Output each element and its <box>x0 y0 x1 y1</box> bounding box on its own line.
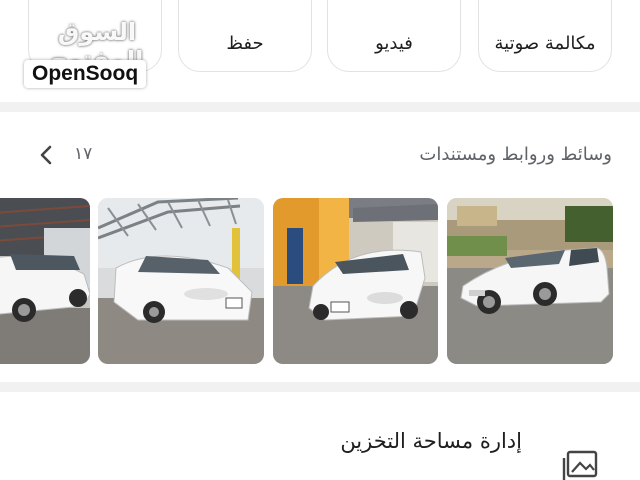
media-thumbnails <box>0 198 640 364</box>
car-photo <box>447 198 613 364</box>
opensooq-logo: OpenSooq <box>24 60 147 88</box>
media-section-title: وسائط وروابط ومستندات <box>419 144 612 165</box>
save-label: حفظ <box>226 33 264 54</box>
media-thumbnail[interactable] <box>273 198 438 364</box>
car-photo <box>273 198 438 364</box>
chevron-left-icon[interactable] <box>36 142 58 168</box>
car-photo <box>0 198 90 364</box>
manage-storage-title: إدارة مساحة التخزين <box>340 429 522 453</box>
media-thumbnail[interactable] <box>98 198 264 364</box>
voice-call-button[interactable]: مكالمة صوتية <box>478 0 612 72</box>
media-thumbnail[interactable] <box>0 198 90 364</box>
video-call-label: فيديو <box>375 33 413 54</box>
section-divider <box>0 102 640 112</box>
section-divider <box>0 382 640 392</box>
video-call-button[interactable]: فيديو <box>327 0 461 72</box>
opensooq-watermark: السوق المفتوح OpenSooq <box>22 18 182 96</box>
car-photo <box>98 198 264 364</box>
media-section-header[interactable]: وسائط وروابط ومستندات ١٧ <box>0 140 640 174</box>
media-count: ١٧ <box>74 144 93 164</box>
photo-library-icon <box>562 450 598 480</box>
voice-call-label: مكالمة صوتية <box>494 33 596 54</box>
manage-storage-row[interactable]: إدارة مساحة التخزين <box>0 395 640 480</box>
save-button[interactable]: حفظ <box>178 0 312 72</box>
media-thumbnail[interactable] <box>447 198 613 364</box>
